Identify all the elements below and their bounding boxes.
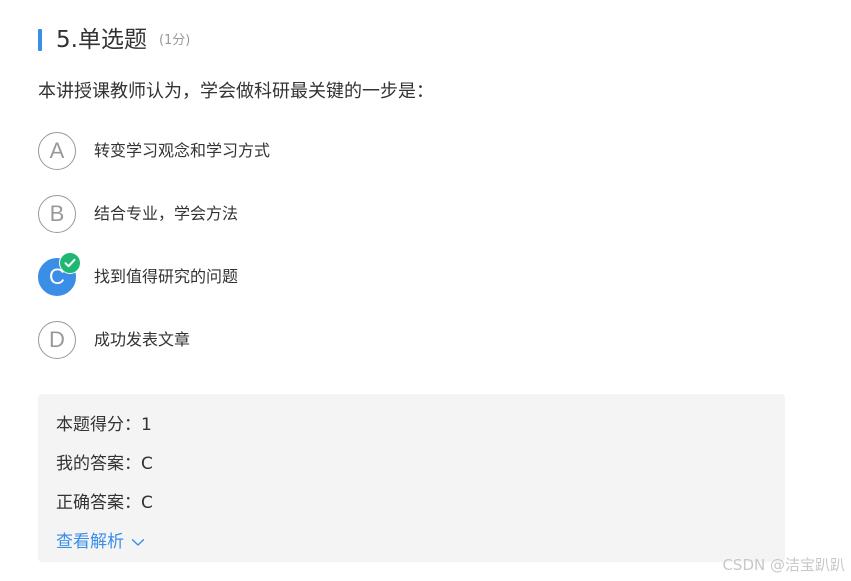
question-header: 5.单选题 (1分) <box>38 24 190 56</box>
option-letter-a[interactable]: A <box>38 132 76 170</box>
view-analysis-link[interactable]: 查看解析 <box>56 523 145 562</box>
option-letter-d[interactable]: D <box>38 321 76 359</box>
option-d[interactable]: D 成功发表文章 <box>38 321 798 359</box>
score-line: 本题得分：1 <box>56 415 152 435</box>
option-text-c: 找到值得研究的问题 <box>94 267 239 286</box>
option-c[interactable]: C 找到值得研究的问题 <box>38 252 798 296</box>
question-type-title: 5.单选题 <box>56 27 147 53</box>
question-points: (1分) <box>158 33 191 48</box>
options-list: A 转变学习观念和学习方式 B 结合专业，学会方法 C 找到值得研究的问题 D … <box>38 132 798 384</box>
chevron-down-icon <box>131 538 145 547</box>
check-icon <box>59 252 81 274</box>
question-text: 本讲授课教师认为，学会做科研最关键的一步是： <box>38 81 434 102</box>
option-text-d: 成功发表文章 <box>94 330 191 349</box>
view-analysis-label: 查看解析 <box>56 532 124 552</box>
option-letter-b[interactable]: B <box>38 195 76 233</box>
option-letter-c[interactable]: C <box>38 252 81 296</box>
option-a[interactable]: A 转变学习观念和学习方式 <box>38 132 798 170</box>
option-text-b: 结合专业，学会方法 <box>94 204 239 223</box>
watermark: CSDN @洁宝趴趴 <box>722 556 845 574</box>
correct-answer-line: 正确答案：C <box>56 493 153 513</box>
option-text-a: 转变学习观念和学习方式 <box>94 141 271 160</box>
result-panel: 本题得分：1 我的答案：C 正确答案：C 查看解析 <box>38 394 785 562</box>
title-accent-bar <box>38 29 42 51</box>
option-b[interactable]: B 结合专业，学会方法 <box>38 195 798 233</box>
my-answer-line: 我的答案：C <box>56 454 153 474</box>
